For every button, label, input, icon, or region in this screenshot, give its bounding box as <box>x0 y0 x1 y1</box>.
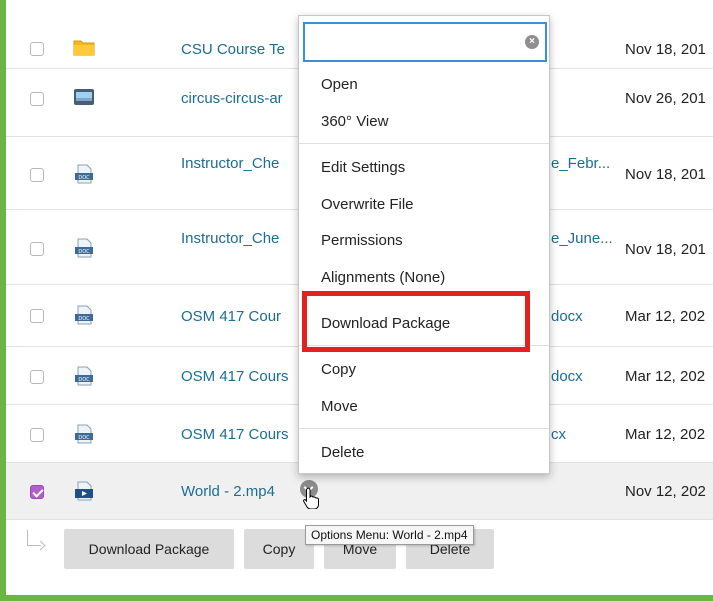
svg-text:DOC: DOC <box>78 316 90 322</box>
menu-item-360-view[interactable]: 360° View <box>321 113 388 130</box>
file-name-link[interactable]: circus-circus-ar <box>181 90 283 107</box>
menu-search-input[interactable] <box>303 22 547 62</box>
doc-file-icon: DOC <box>73 164 95 189</box>
file-name-link[interactable]: Instructor_Che <box>181 155 279 172</box>
menu-item-overwrite-file[interactable]: Overwrite File <box>321 196 414 213</box>
row-checkbox[interactable] <box>30 242 44 256</box>
row-checkbox[interactable] <box>30 42 44 56</box>
row-checkbox[interactable] <box>30 428 44 442</box>
row-checkbox[interactable] <box>30 370 44 384</box>
row-checkbox[interactable] <box>30 168 44 182</box>
file-name-continuation[interactable]: e_June... <box>551 230 613 247</box>
menu-divider <box>299 143 549 144</box>
modified-date: Mar 12, 202 <box>625 308 706 325</box>
svg-text:DOC: DOC <box>78 435 90 441</box>
clear-icon[interactable]: × <box>525 35 539 49</box>
svg-text:DOC: DOC <box>78 377 90 383</box>
row-checkbox[interactable] <box>30 92 44 106</box>
menu-item-permissions[interactable]: Permissions <box>321 232 403 249</box>
file-list-panel: CSU Course Te Nov 18, 201 circus-circus-… <box>6 0 713 595</box>
file-name-continuation[interactable]: cx <box>551 426 566 443</box>
doc-file-icon: DOC <box>73 424 95 449</box>
copy-button[interactable]: Copy <box>244 529 314 569</box>
menu-item-edit-settings[interactable]: Edit Settings <box>321 159 405 176</box>
video-file-icon <box>73 481 95 506</box>
svg-text:DOC: DOC <box>78 175 90 181</box>
file-name-continuation[interactable]: docx <box>551 368 583 385</box>
file-name-continuation[interactable]: docx <box>551 308 583 325</box>
image-file-icon <box>73 88 95 111</box>
modified-date: Mar 12, 202 <box>625 426 706 443</box>
menu-item-open[interactable]: Open <box>321 76 358 93</box>
menu-item-alignments[interactable]: Alignments (None) <box>321 269 445 286</box>
modified-date: Mar 12, 202 <box>625 368 706 385</box>
file-name-link[interactable]: OSM 417 Cours <box>181 426 289 443</box>
file-name-link[interactable]: Instructor_Che <box>181 230 279 247</box>
file-name-link[interactable]: World - 2.mp4 <box>181 483 275 500</box>
folder-icon <box>73 38 95 61</box>
doc-file-icon: DOC <box>73 238 95 263</box>
modified-date: Nov 26, 201 <box>625 90 706 107</box>
row-checkbox-checked[interactable] <box>30 485 44 499</box>
options-menu-tooltip: Options Menu: World - 2.mp4 <box>305 525 474 545</box>
row-checkbox[interactable] <box>30 309 44 323</box>
download-package-button[interactable]: Download Package <box>64 529 234 569</box>
options-context-menu: × Open 360° View Edit Settings Overwrite… <box>298 15 550 474</box>
menu-divider <box>299 428 549 429</box>
svg-text:DOC: DOC <box>78 249 90 255</box>
doc-file-icon: DOC <box>73 366 95 391</box>
file-name-continuation[interactable]: e_Febr... <box>551 155 610 172</box>
modified-date: Nov 18, 201 <box>625 241 706 258</box>
modified-date: Nov 18, 201 <box>625 41 706 58</box>
file-name-link[interactable]: CSU Course Te <box>181 41 285 58</box>
file-name-link[interactable]: OSM 417 Cour <box>181 308 281 325</box>
file-name-link[interactable]: OSM 417 Cours <box>181 368 289 385</box>
menu-item-delete[interactable]: Delete <box>321 444 364 461</box>
highlight-box <box>302 291 530 352</box>
doc-file-icon: DOC <box>73 305 95 330</box>
menu-item-copy[interactable]: Copy <box>321 361 356 378</box>
modified-date: Nov 18, 201 <box>625 166 706 183</box>
menu-item-move[interactable]: Move <box>321 398 358 415</box>
hand-cursor-icon <box>302 487 319 514</box>
selection-arrow-icon <box>27 530 41 546</box>
modified-date: Nov 12, 202 <box>625 483 706 500</box>
